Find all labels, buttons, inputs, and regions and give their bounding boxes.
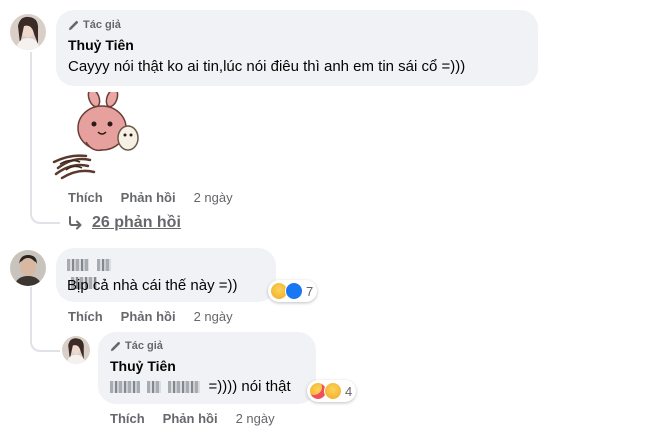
comment-timestamp[interactable]: 2 ngày	[194, 190, 233, 205]
comment-actions: Thích Phản hồi 2 ngày	[68, 309, 233, 324]
reaction-count: 4	[345, 383, 353, 399]
reply-button[interactable]: Phản hồi	[121, 309, 176, 324]
commenter-name-blurred[interactable]	[67, 256, 145, 289]
redacted-name	[67, 258, 89, 271]
author-badge: Tác giả	[110, 340, 163, 352]
redacted-mention	[168, 381, 201, 394]
reaction-summary[interactable]: 7	[268, 280, 318, 302]
view-replies-label[interactable]: 26 phản hồi	[92, 214, 181, 232]
redacted-name	[97, 258, 112, 271]
comment-actions: Thích Phản hồi 2 ngày	[68, 190, 233, 205]
sticker-bunny[interactable]	[52, 88, 148, 180]
like-reaction-icon	[285, 282, 303, 300]
haha-reaction-icon	[324, 382, 342, 400]
like-button[interactable]: Thích	[68, 190, 103, 205]
reply-timestamp[interactable]: 2 ngày	[236, 411, 275, 426]
author-badge-label: Tác giả	[125, 340, 163, 352]
author-badge-label: Tác giả	[83, 19, 121, 31]
pencil-icon	[68, 20, 79, 30]
avatar-thuy-tien[interactable]	[10, 14, 46, 50]
reaction-count: 7	[306, 283, 314, 299]
redacted-mention	[110, 381, 140, 394]
reply-author-name[interactable]: Thuỷ Tiên	[110, 358, 176, 374]
reply-button[interactable]: Phản hồi	[121, 190, 176, 205]
reply-arrow-icon	[69, 216, 82, 230]
reaction-summary[interactable]: 4	[307, 380, 357, 402]
pencil-icon	[110, 341, 121, 351]
comment-text: Bịp cả nhà cái thế này =))	[67, 277, 238, 294]
thread-line-comment2	[30, 287, 60, 352]
reply-text: =)))) nói thật	[110, 378, 291, 395]
comment-timestamp[interactable]: 2 ngày	[194, 309, 233, 324]
author-badge: Tác giả	[68, 19, 121, 31]
avatar-thuy-tien[interactable]	[62, 336, 90, 364]
comment-author-name[interactable]: Thuỷ Tiên	[68, 37, 134, 53]
like-button[interactable]: Thích	[110, 411, 145, 426]
redacted-mention	[147, 381, 162, 394]
like-button[interactable]: Thích	[68, 309, 103, 324]
reply-actions: Thích Phản hồi 2 ngày	[110, 411, 275, 426]
comment-text: Cayyy nói thật ko ai tin,lúc nói điêu th…	[68, 58, 466, 75]
avatar-commenter[interactable]	[10, 250, 46, 286]
view-replies-link[interactable]: 26 phản hồi	[68, 214, 181, 232]
reply-text-suffix: =)))) nói thật	[208, 378, 291, 395]
reply-button[interactable]: Phản hồi	[163, 411, 218, 426]
